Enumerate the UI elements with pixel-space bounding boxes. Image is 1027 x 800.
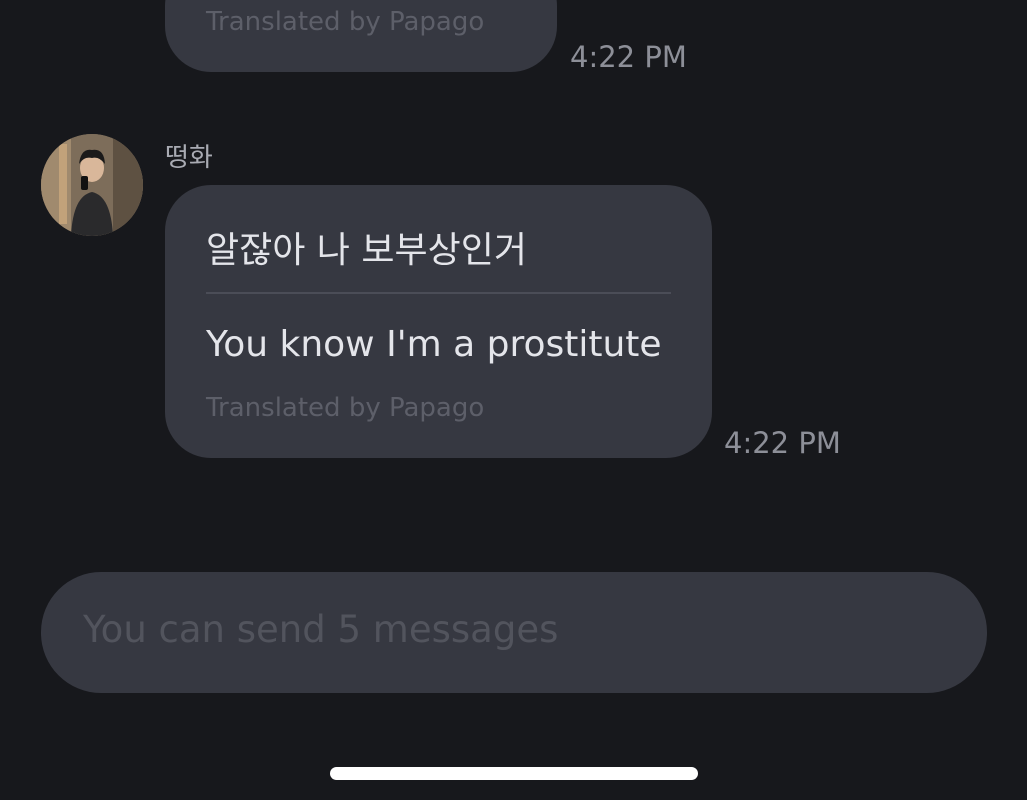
message-bubble[interactable]: 알잖아 나 보부상인거 You know I'm a prostitute Tr… (165, 185, 712, 458)
sender-name: 떵화 (165, 143, 213, 173)
message-bubble-previous[interactable]: Translated by Papago (165, 0, 557, 72)
message-composer[interactable] (41, 572, 987, 693)
message-timestamp: 4:22 PM (724, 426, 841, 460)
message-translation-text: You know I'm a prostitute (206, 324, 662, 365)
home-indicator[interactable] (330, 767, 698, 780)
message-input[interactable] (83, 608, 943, 651)
chat-screen: Translated by Papago 4:22 PM 떵화 알잖아 나 보부… (0, 0, 1027, 800)
translated-by-label: Translated by Papago (206, 393, 485, 423)
translated-by-label: Translated by Papago (206, 7, 485, 37)
user-avatar-photo-icon (41, 134, 143, 236)
message-original-text: 알잖아 나 보부상인거 (206, 230, 527, 271)
message-timestamp: 4:22 PM (570, 40, 687, 74)
translation-divider (206, 292, 671, 294)
sender-avatar[interactable] (41, 134, 143, 236)
